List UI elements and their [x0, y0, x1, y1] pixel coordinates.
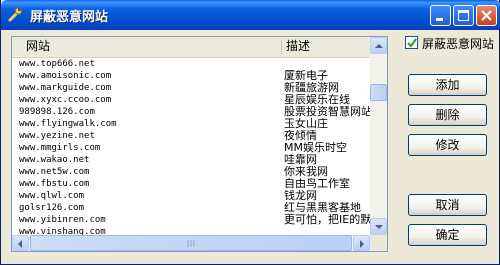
vertical-scroll-thumb[interactable] [370, 84, 387, 101]
site-url: www.yezine.net [19, 131, 95, 141]
close-icon [481, 10, 492, 21]
list-header: 网站 描述 [12, 37, 370, 58]
checkmark-icon [407, 38, 417, 48]
maximize-button[interactable] [453, 5, 474, 26]
block-sites-dialog: 屏蔽恶意网站 网站 描述 www.top666.net www.amoisonic… [0, 0, 500, 265]
site-url: www.markguide.com [19, 83, 112, 93]
window-title: 屏蔽恶意网站 [30, 10, 109, 25]
site-url: www.xyxc.ccoo.com [19, 95, 112, 105]
grip-icon [187, 240, 195, 247]
site-url: www.amoisonic.com [19, 71, 112, 81]
column-header-site[interactable]: 网站 [26, 37, 50, 56]
site-url: www.top666.net [19, 59, 95, 69]
block-sites-label[interactable]: 屏蔽恶意网站 [422, 35, 494, 52]
list-item[interactable]: www.amoisonic.com 厦新电子 [12, 70, 370, 82]
site-list[interactable]: 网站 描述 www.top666.net www.amoisonic.com 厦新电… [11, 36, 388, 252]
list-item[interactable]: www.top666.net [12, 58, 370, 70]
site-url: www.flyingwalk.com [19, 119, 117, 129]
scroll-left-button[interactable] [12, 235, 29, 251]
list-item[interactable]: www.net5w.com 你来我网 [12, 166, 370, 178]
list-item[interactable]: golsr126.com 红与黑黑客基地 [12, 202, 370, 214]
list-rows: www.top666.net www.amoisonic.com 厦新电子 www.m… [12, 58, 382, 238]
block-sites-checkbox[interactable] [405, 36, 418, 49]
chevron-down-icon [375, 225, 383, 229]
cancel-button[interactable]: 取消 [408, 194, 487, 216]
close-button[interactable] [476, 5, 497, 26]
list-item[interactable]: www.qlwl.com 钱龙网 [12, 190, 370, 202]
site-url: www.wakao.net [19, 155, 90, 165]
scroll-up-button[interactable] [370, 37, 387, 54]
scroll-down-button[interactable] [370, 218, 387, 235]
site-url: www.fbstu.com [19, 179, 90, 189]
site-url: golsr126.com [19, 203, 85, 213]
scrollbar-corner [370, 235, 387, 251]
site-url: 989898.126.com [19, 107, 95, 117]
horizontal-scroll-thumb[interactable] [30, 235, 352, 251]
chevron-left-icon [18, 240, 22, 248]
site-url: www.yibinren.com [19, 215, 106, 225]
chevron-up-icon [375, 44, 383, 48]
maximize-icon [458, 10, 469, 21]
list-item[interactable]: www.wakao.net 哇靠网 [12, 154, 370, 166]
list-item[interactable]: 989898.126.com 股票投资智慧网站 [12, 106, 372, 118]
horizontal-scrollbar[interactable] [12, 235, 370, 251]
column-divider[interactable] [281, 40, 282, 54]
list-item[interactable]: www.flyingwalk.com 玉女山庄 [12, 118, 370, 130]
minimize-button[interactable] [430, 5, 451, 26]
modify-button[interactable]: 修改 [408, 134, 487, 156]
add-button[interactable]: 添加 [408, 74, 487, 96]
list-item[interactable]: www.xyxc.ccoo.com 星辰娱乐在线 [12, 94, 370, 106]
list-item[interactable]: www.yezine.net 夜倾情 [12, 130, 370, 142]
ok-button[interactable]: 确定 [408, 224, 487, 246]
minimize-icon [436, 18, 443, 21]
chevron-right-icon [360, 240, 364, 248]
delete-button[interactable]: 删除 [408, 104, 487, 126]
list-item[interactable]: www.markguide.com 新疆旅游网 [12, 82, 370, 94]
vertical-scrollbar[interactable] [370, 37, 387, 235]
site-url: www.net5w.com [19, 167, 90, 177]
column-header-desc[interactable]: 描述 [286, 37, 310, 56]
site-url: www.qlwl.com [19, 191, 85, 201]
site-url: www.mmgirls.com [19, 143, 101, 153]
title-bar[interactable]: 屏蔽恶意网站 [1, 0, 500, 30]
list-item[interactable]: www.yibinren.com 更可怕，把IE的默认 [12, 214, 382, 226]
list-item[interactable]: www.mmgirls.com MM娱乐时空 [12, 142, 370, 154]
wrench-icon [8, 7, 23, 22]
list-item[interactable]: www.fbstu.com 自由鸟工作室 [12, 178, 370, 190]
scroll-right-button[interactable] [353, 235, 370, 251]
